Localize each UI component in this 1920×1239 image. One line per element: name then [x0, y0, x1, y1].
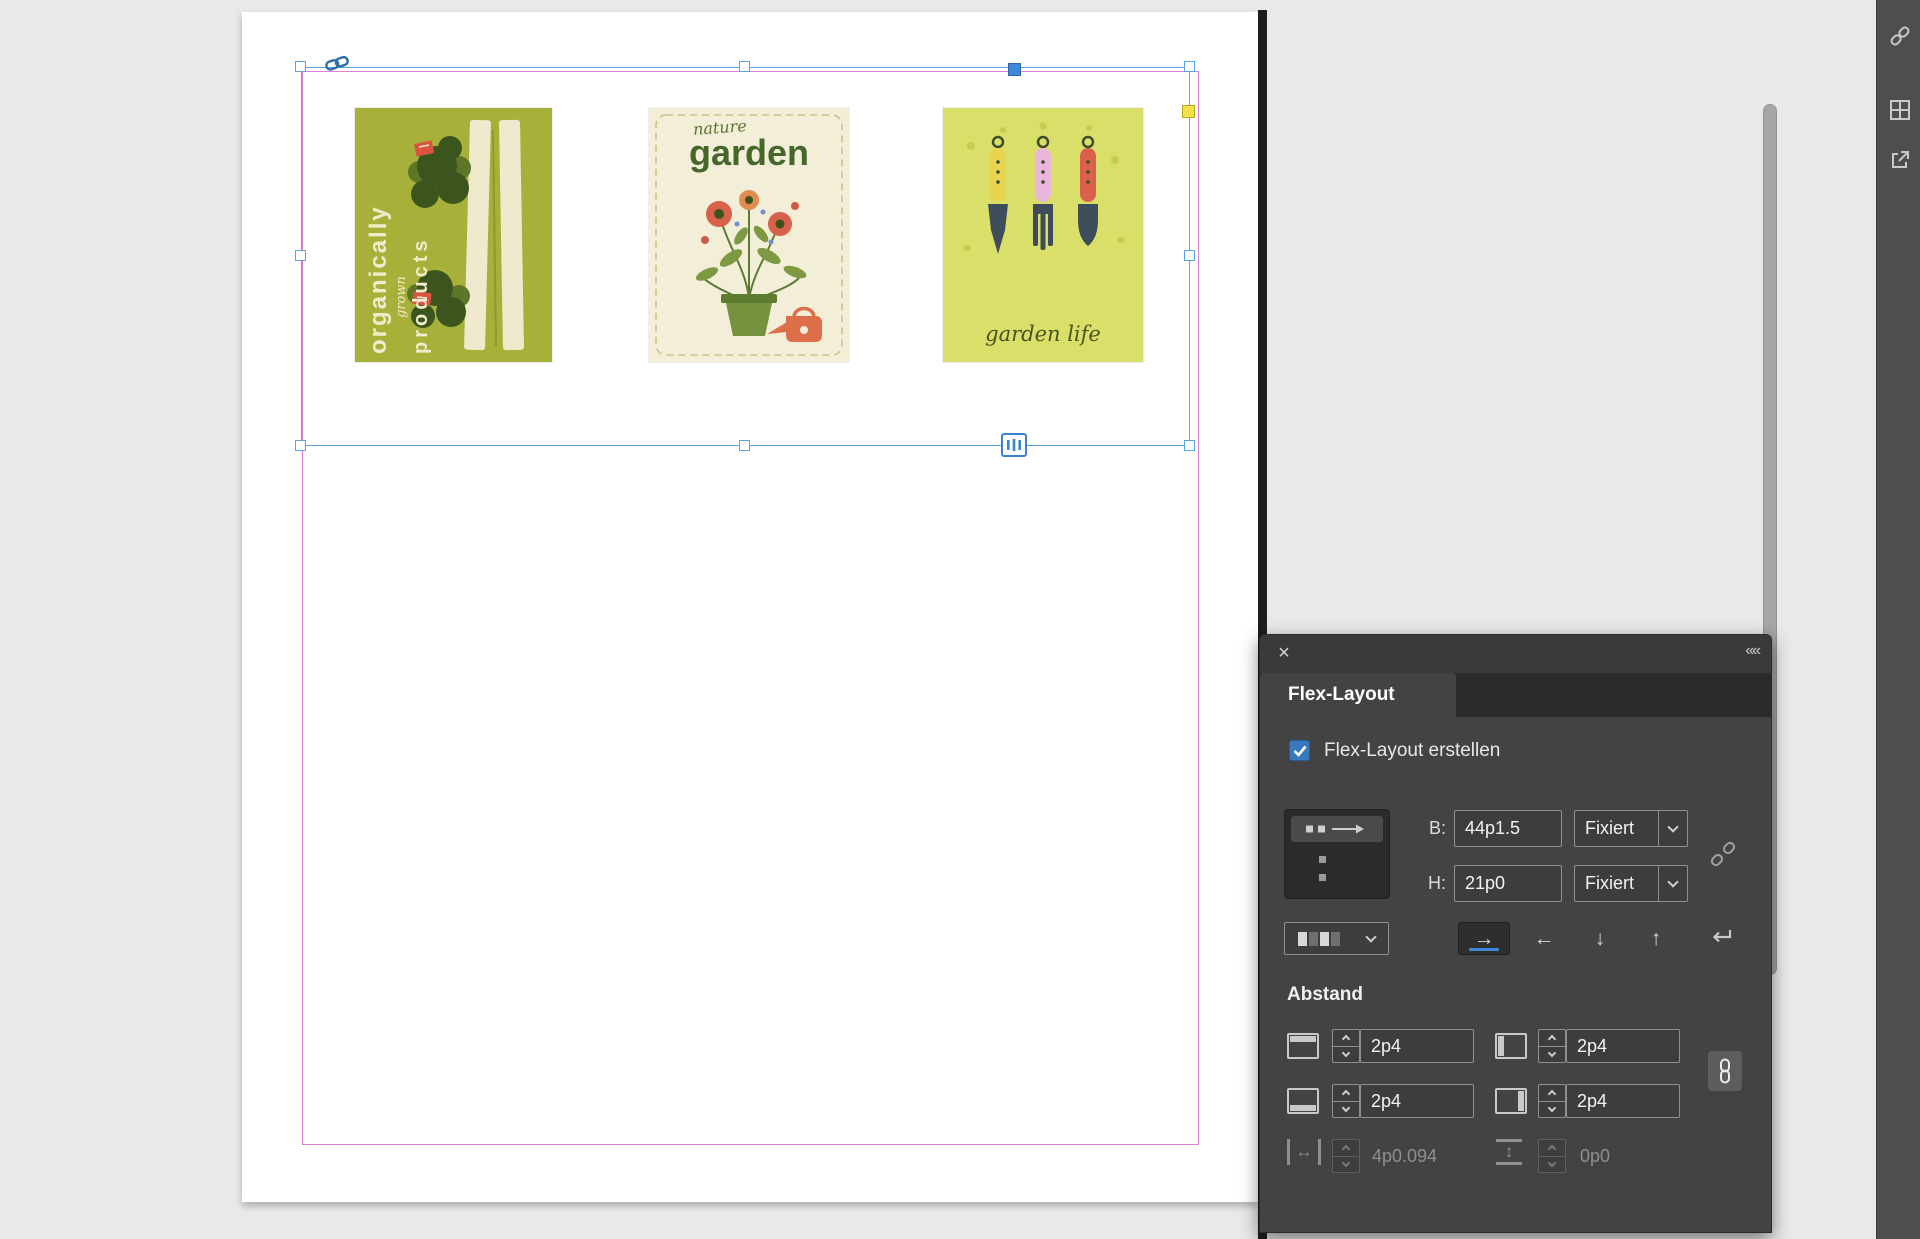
dock-export-panel-button[interactable] [1888, 148, 1912, 172]
pattern-dropdown-button[interactable] [1353, 922, 1389, 955]
selection-frame[interactable] [301, 67, 1190, 446]
dock-pages-panel-button[interactable] [1888, 98, 1912, 122]
direction-down-button[interactable]: ↓ [1578, 922, 1622, 955]
panel-header: × «« [1260, 635, 1771, 673]
stepper-down-button [1539, 1156, 1565, 1173]
pattern-swatch [1320, 932, 1329, 946]
direction-left-button[interactable]: ← [1522, 922, 1566, 955]
stepper-up-button [1333, 1140, 1359, 1156]
create-flex-layout-label: Flex-Layout erstellen [1324, 740, 1500, 762]
width-label: B: [1400, 810, 1446, 847]
spacing-left-stepper [1538, 1029, 1566, 1063]
selection-handle-mid-left[interactable] [295, 250, 306, 261]
stepper-down-button[interactable] [1333, 1046, 1359, 1063]
direction-up-button[interactable]: ↑ [1634, 922, 1678, 955]
pattern-swatch [1298, 932, 1307, 946]
width-mode-dropdown[interactable]: Fixiert [1574, 810, 1688, 847]
flex-layout-adornment-icon[interactable] [1001, 433, 1027, 457]
chevron-down-icon[interactable] [1658, 866, 1687, 901]
wrap-return-icon[interactable] [1708, 927, 1734, 947]
flex-direction-preview[interactable] [1284, 809, 1390, 899]
export-panel-icon [1890, 150, 1910, 170]
spacing-right-icon [1495, 1088, 1527, 1114]
link-badge-icon[interactable] [324, 54, 352, 72]
panel-title: Flex-Layout [1260, 673, 1456, 717]
v-gap-arrow-glyph: ↕ [1505, 1142, 1514, 1162]
pattern-swatch [1331, 932, 1340, 946]
selection-handle-top-left[interactable] [295, 61, 306, 72]
arrow-up-icon: ↑ [1651, 927, 1662, 951]
create-flex-layout-checkbox[interactable] [1289, 740, 1310, 761]
dock-links-panel-button[interactable] [1888, 24, 1912, 48]
selection-handle-bottom-left[interactable] [295, 440, 306, 451]
link-spacing-button[interactable] [1708, 1051, 1742, 1091]
direction-right-button[interactable]: → [1458, 922, 1510, 955]
panel-tab-bar: Flex-Layout [1260, 673, 1771, 717]
spacing-right-stepper [1538, 1084, 1566, 1118]
collapse-icon[interactable]: «« [1745, 642, 1759, 660]
stepper-up-button[interactable] [1333, 1085, 1359, 1101]
chevron-down-icon [1365, 931, 1376, 942]
height-input[interactable] [1454, 865, 1562, 902]
arrow-left-icon: ← [1534, 927, 1555, 951]
stepper-up-button[interactable] [1333, 1030, 1359, 1046]
selection-handle-top-right[interactable] [1184, 61, 1195, 72]
arrow-down-icon: ↓ [1595, 927, 1606, 951]
spacing-right-input[interactable] [1566, 1084, 1680, 1118]
close-icon[interactable]: × [1272, 641, 1296, 665]
stepper-down-button[interactable] [1333, 1101, 1359, 1118]
stepper-down-button [1333, 1156, 1359, 1173]
stepper-up-button[interactable] [1539, 1085, 1565, 1101]
chevron-down-icon[interactable] [1658, 811, 1687, 846]
stepper-up-button [1539, 1140, 1565, 1156]
spacing-top-input[interactable] [1360, 1029, 1474, 1063]
chain-link-icon [1717, 1058, 1733, 1084]
corner-options-handle[interactable] [1182, 105, 1195, 118]
spacing-heading: Abstand [1287, 984, 1363, 1006]
selection-handle-bottom-mid[interactable] [739, 440, 750, 451]
preview-item-dot [1319, 874, 1326, 881]
spacing-left-icon [1495, 1033, 1527, 1059]
unlink-dimensions-icon[interactable] [1708, 839, 1738, 869]
preview-row-pill [1291, 816, 1383, 842]
spacing-bottom-icon [1287, 1088, 1319, 1114]
horizontal-gap-stepper [1332, 1139, 1360, 1173]
spacing-left-input[interactable] [1566, 1029, 1680, 1063]
spacing-top-icon [1287, 1033, 1319, 1059]
spacing-bottom-input[interactable] [1360, 1084, 1474, 1118]
height-mode-value: Fixiert [1575, 866, 1658, 901]
vertical-gap-stepper [1538, 1139, 1566, 1173]
vertical-gap-icon: ↕ [1496, 1139, 1522, 1165]
width-mode-value: Fixiert [1575, 811, 1658, 846]
item-pattern-select[interactable] [1284, 922, 1354, 955]
flex-layout-panel: × «« Flex-Layout Flex-Layout erstellen B… [1259, 634, 1772, 1233]
tab-flex-layout[interactable]: Flex-Layout [1260, 673, 1456, 717]
panel-dock [1876, 0, 1920, 1239]
flex-bars-icon [1007, 439, 1021, 451]
vertical-gap-value: 0p0 [1580, 1139, 1610, 1173]
horizontal-gap-value: 4p0.094 [1372, 1139, 1437, 1173]
spacing-top-stepper [1332, 1029, 1360, 1063]
stepper-up-button[interactable] [1539, 1030, 1565, 1046]
flex-resize-handle[interactable] [1008, 63, 1021, 76]
width-input[interactable] [1454, 810, 1562, 847]
selection-handle-top-mid[interactable] [739, 61, 750, 72]
selection-handle-bottom-right[interactable] [1184, 440, 1195, 451]
pattern-swatch [1309, 932, 1318, 946]
preview-flow-icon [1304, 823, 1370, 835]
stepper-down-button[interactable] [1539, 1101, 1565, 1118]
h-gap-arrow-glyph: ↔ [1296, 1142, 1313, 1162]
preview-item-dot [1319, 856, 1326, 863]
height-label: H: [1400, 865, 1446, 902]
check-icon [1293, 745, 1307, 757]
document-page[interactable]: organically grown products [242, 12, 1258, 1202]
grid-panel-icon [1890, 100, 1910, 120]
spacing-bottom-stepper [1332, 1084, 1360, 1118]
links-panel-icon [1889, 25, 1911, 47]
selection-handle-mid-right[interactable] [1184, 250, 1195, 261]
horizontal-gap-icon: ↔ [1287, 1139, 1321, 1165]
stepper-down-button[interactable] [1539, 1046, 1565, 1063]
arrow-right-icon: → [1474, 927, 1495, 951]
height-mode-dropdown[interactable]: Fixiert [1574, 865, 1688, 902]
